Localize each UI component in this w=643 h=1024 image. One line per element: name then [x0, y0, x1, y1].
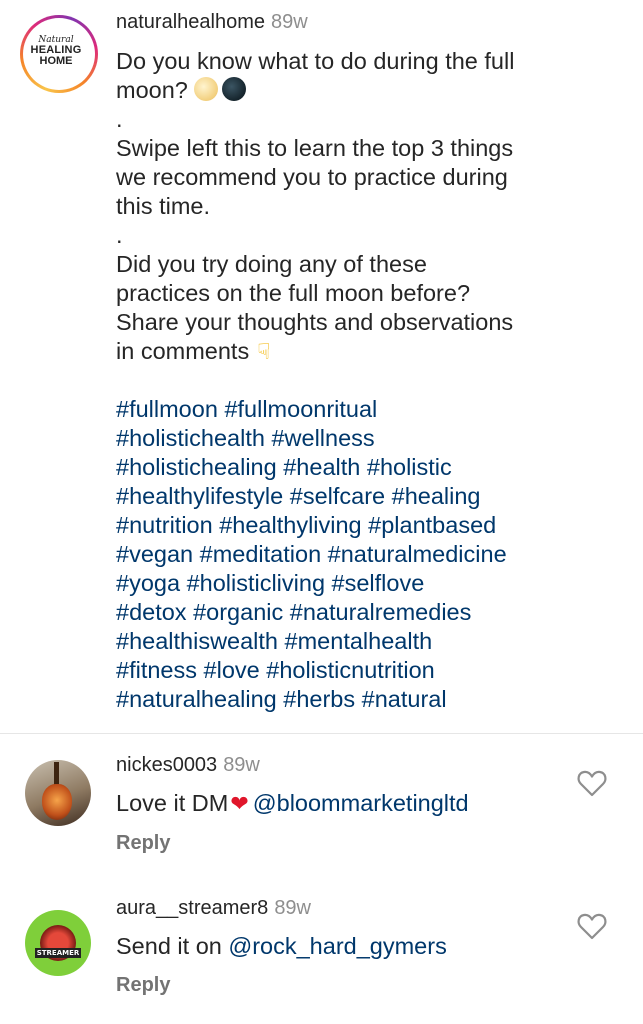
- pointing-down-emoji-icon: ☟: [257, 339, 271, 364]
- comment-age: 89w: [274, 897, 312, 919]
- hashtag-link[interactable]: #selflove: [332, 570, 425, 596]
- post-age: 89w: [271, 11, 308, 33]
- caption-line: we recommend you to practice during: [116, 164, 508, 190]
- commenter-avatar[interactable]: STREAMER: [25, 910, 91, 976]
- caption-line: Share your thoughts and observations: [116, 309, 514, 335]
- caption-line: in comments: [116, 338, 250, 364]
- caption-line: Swipe left this to learn the top 3 thing…: [116, 135, 514, 161]
- hashtag-link[interactable]: #healthiswealth: [116, 628, 278, 654]
- commenter-avatar[interactable]: [25, 760, 91, 826]
- hashtag-line: #fullmoon #fullmoonritual: [116, 395, 616, 424]
- caption-dot: .: [116, 106, 123, 132]
- hashtag-link[interactable]: #plantbased: [368, 512, 496, 538]
- hashtag-line: #healthylifestyle #selfcare #healing: [116, 482, 616, 511]
- hashtag-link[interactable]: #holistichealing: [116, 454, 277, 480]
- caption-line: moon?: [116, 77, 188, 103]
- comment-body: Send it on: [116, 933, 229, 959]
- hashtag-link[interactable]: #health: [283, 454, 360, 480]
- hashtag-line: #vegan #meditation #naturalmedicine: [116, 540, 616, 569]
- hashtag-link[interactable]: #selfcare: [290, 483, 385, 509]
- hashtag-link[interactable]: #holisticliving: [187, 570, 325, 596]
- red-heart-emoji-icon: ❤: [230, 791, 249, 816]
- hashtag-link[interactable]: #holistichealth: [116, 425, 265, 451]
- hashtag-link[interactable]: #healthyliving: [219, 512, 361, 538]
- reply-button[interactable]: Reply: [116, 831, 170, 855]
- hashtag-link[interactable]: #nutrition: [116, 512, 213, 538]
- streamer-logo-text: STREAMER: [35, 948, 81, 958]
- hashtag-line: #holistichealing #health #holistic: [116, 453, 616, 482]
- hashtag-link[interactable]: #naturalremedies: [290, 599, 472, 625]
- caption-dot: .: [116, 222, 123, 248]
- comment-username[interactable]: nickes0003: [116, 754, 217, 776]
- hashtag-link[interactable]: #healing: [392, 483, 481, 509]
- logo-line-2: HEALING: [30, 43, 82, 56]
- post-author-line: naturalhealhome 89w: [116, 10, 308, 34]
- comment-age: 89w: [223, 754, 260, 776]
- hashtag-link[interactable]: #love: [204, 657, 260, 683]
- hashtag-line: #holistichealth #wellness: [116, 424, 616, 453]
- caption-line-moon: moon?: [116, 76, 616, 105]
- natural-healing-home-logo: Natural HEALING HOME: [27, 22, 85, 80]
- hashtag-link[interactable]: #vegan: [116, 541, 193, 567]
- reply-button[interactable]: Reply: [116, 973, 170, 997]
- hashtag-link[interactable]: #holisticnutrition: [266, 657, 435, 683]
- hashtag-link[interactable]: #fullmoonritual: [224, 396, 377, 422]
- hashtag-link[interactable]: #organic: [193, 599, 283, 625]
- caption-line: this time.: [116, 193, 211, 219]
- hashtag-line: #healthiswealth #mentalhealth: [116, 627, 616, 656]
- hashtag-line: #naturalhealing #herbs #natural: [116, 685, 616, 714]
- comment-header: aura__streamer8 89w: [116, 896, 311, 920]
- hashtag-link[interactable]: #fullmoon: [116, 396, 218, 422]
- hashtag-link[interactable]: #herbs: [283, 686, 355, 712]
- hashtag-link[interactable]: #healthylifestyle: [116, 483, 283, 509]
- hashtag-link[interactable]: #naturalmedicine: [328, 541, 507, 567]
- post-caption: Natural HEALING HOME naturalhealhome 89w …: [0, 0, 643, 733]
- caption-text: Do you know what to do during the full m…: [116, 47, 616, 714]
- caption-line: practices on the full moon before?: [116, 280, 471, 306]
- comment-username[interactable]: aura__streamer8: [116, 897, 268, 919]
- comment-text: Love it DM❤ @bloommarketingltd: [116, 788, 469, 819]
- hashtag-link[interactable]: #meditation: [200, 541, 322, 567]
- hashtag-link[interactable]: #holistic: [367, 454, 452, 480]
- comment-body: Love it DM: [116, 790, 229, 816]
- hashtag-link[interactable]: #naturalhealing: [116, 686, 277, 712]
- comment-mention-link[interactable]: @bloommarketingltd: [253, 790, 469, 816]
- hashtag-line: #yoga #holisticliving #selflove: [116, 569, 616, 598]
- caption-line: Do you know what to do during the full: [116, 48, 515, 74]
- caption-line-hand: in comments ☟: [116, 337, 616, 366]
- hashtag-line: #nutrition #healthyliving #plantbased: [116, 511, 616, 540]
- hashtag-line: #fitness #love #holisticnutrition: [116, 656, 616, 685]
- hashtag-line: #detox #organic #naturalremedies: [116, 598, 616, 627]
- new-moon-emoji-icon: [221, 77, 246, 101]
- post-author-avatar[interactable]: Natural HEALING HOME: [20, 15, 98, 93]
- caption-divider: [0, 733, 643, 734]
- caption-line: Did you try doing any of these: [116, 251, 427, 277]
- hashtag-link[interactable]: #fitness: [116, 657, 197, 683]
- heart-outline-icon[interactable]: [576, 911, 608, 941]
- comment-text: Send it on @rock_hard_gymers: [116, 931, 447, 961]
- hashtag-link[interactable]: #mentalhealth: [285, 628, 433, 654]
- comment-mention-link[interactable]: @rock_hard_gymers: [228, 933, 446, 959]
- heart-outline-icon[interactable]: [576, 768, 608, 798]
- hashtag-link[interactable]: #wellness: [271, 425, 374, 451]
- full-moon-emoji-icon: [193, 77, 218, 101]
- post-author-username[interactable]: naturalhealhome: [116, 11, 265, 33]
- hashtag-list: #fullmoon #fullmoonritual #holistichealth…: [116, 395, 616, 714]
- hashtag-link[interactable]: #detox: [116, 599, 187, 625]
- hashtag-link[interactable]: #natural: [362, 686, 447, 712]
- comment-header: nickes0003 89w: [116, 753, 260, 777]
- hashtag-link[interactable]: #yoga: [116, 570, 180, 596]
- logo-line-3: HOME: [39, 54, 73, 67]
